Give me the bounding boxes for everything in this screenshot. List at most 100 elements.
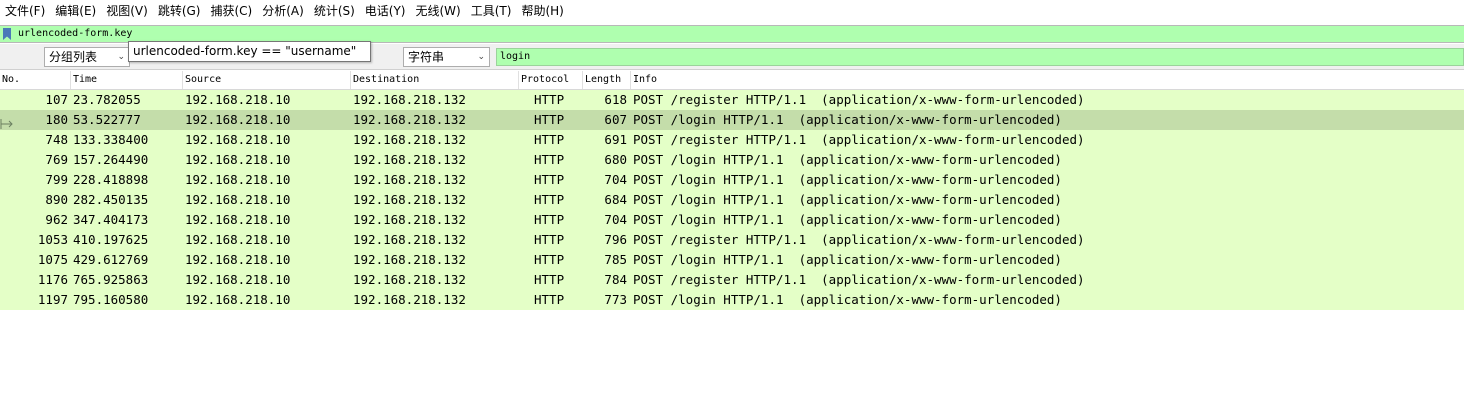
packet-list: 107 23.782055 192.168.218.10 192.168.218… [0, 90, 1464, 310]
menu-wireless[interactable]: 无线(W) [413, 0, 468, 22]
packet-time: 133.338400 [73, 132, 149, 147]
chevron-down-icon: ⌄ [117, 52, 125, 62]
packet-info: POST /login HTTP/1.1 (application/x-www-… [633, 192, 1062, 207]
menu-help[interactable]: 帮助(H) [518, 0, 570, 22]
packet-destination: 192.168.218.132 [353, 172, 466, 187]
search-type-select[interactable]: 字符串 ⌄ [403, 47, 490, 67]
packet-time: 765.925863 [73, 272, 149, 287]
filter-autocomplete-popup[interactable]: urlencoded-form.key == "username" [128, 41, 371, 62]
packet-info: POST /register HTTP/1.1 (application/x-w… [633, 232, 1085, 247]
packet-destination: 192.168.218.132 [353, 152, 466, 167]
packet-number: 748 [45, 132, 68, 147]
packet-info: POST /login HTTP/1.1 (application/x-www-… [633, 152, 1062, 167]
packet-protocol: HTTP [534, 212, 565, 227]
menu-edit[interactable]: 编辑(E) [52, 0, 103, 22]
column-header-length[interactable]: Length [582, 71, 630, 89]
packet-row[interactable]: 1197 795.160580 192.168.218.10 192.168.2… [0, 290, 1464, 310]
packet-row[interactable]: 1075 429.612769 192.168.218.10 192.168.2… [0, 250, 1464, 270]
packet-number: 799 [45, 172, 68, 187]
packet-time: 53.522777 [73, 112, 141, 127]
menu-go[interactable]: 跳转(G) [155, 0, 208, 22]
column-header-no[interactable]: No. [0, 71, 70, 89]
packet-length: 680 [604, 152, 627, 167]
packet-row-selected[interactable]: 180 53.522777 192.168.218.10 192.168.218… [0, 110, 1464, 130]
packet-row[interactable]: 799 228.418898 192.168.218.10 192.168.21… [0, 170, 1464, 190]
packet-info: POST /login HTTP/1.1 (application/x-www-… [633, 112, 1062, 127]
packet-info: POST /login HTTP/1.1 (application/x-www-… [633, 212, 1062, 227]
column-header-protocol[interactable]: Protocol [518, 71, 582, 89]
column-header-info[interactable]: Info [630, 71, 1464, 89]
packet-number: 1197 [37, 292, 68, 307]
packet-time: 23.782055 [73, 92, 141, 107]
packet-length: 607 [604, 112, 627, 127]
packet-length: 704 [604, 212, 627, 227]
packet-destination: 192.168.218.132 [353, 92, 466, 107]
packet-time: 228.418898 [73, 172, 149, 187]
packet-source: 192.168.218.10 [185, 172, 291, 187]
packet-time: 282.450135 [73, 192, 149, 207]
packet-protocol: HTTP [534, 232, 565, 247]
packet-row[interactable]: 1176 765.925863 192.168.218.10 192.168.2… [0, 270, 1464, 290]
packet-info: POST /register HTTP/1.1 (application/x-w… [633, 272, 1085, 287]
packet-number: 890 [45, 192, 68, 207]
packet-protocol: HTTP [534, 172, 565, 187]
packet-info: POST /login HTTP/1.1 (application/x-www-… [633, 292, 1062, 307]
packet-protocol: HTTP [534, 132, 565, 147]
search-scope-select[interactable]: 分组列表 ⌄ [44, 47, 130, 67]
packet-source: 192.168.218.10 [185, 272, 291, 287]
packet-protocol: HTTP [534, 92, 565, 107]
packet-length: 796 [604, 232, 627, 247]
packet-source: 192.168.218.10 [185, 152, 291, 167]
packet-length: 784 [604, 272, 627, 287]
menu-statistics[interactable]: 统计(S) [311, 0, 362, 22]
packet-time: 347.404173 [73, 212, 149, 227]
packet-info: POST /register HTTP/1.1 (application/x-w… [633, 92, 1085, 107]
column-header-time[interactable]: Time [70, 71, 182, 89]
packet-time: 795.160580 [73, 292, 149, 307]
menu-analyze[interactable]: 分析(A) [259, 0, 311, 22]
menu-capture[interactable]: 捕获(C) [207, 0, 259, 22]
packet-source: 192.168.218.10 [185, 212, 291, 227]
packet-info: POST /login HTTP/1.1 (application/x-www-… [633, 172, 1062, 187]
packet-list-header: No. Time Source Destination Protocol Len… [0, 71, 1464, 90]
packet-time: 157.264490 [73, 152, 149, 167]
menu-tools[interactable]: 工具(T) [468, 0, 519, 22]
packet-time: 410.197625 [73, 232, 149, 247]
packet-source: 192.168.218.10 [185, 132, 291, 147]
packet-number: 1176 [37, 272, 68, 287]
packet-source: 192.168.218.10 [185, 192, 291, 207]
packet-info: POST /register HTTP/1.1 (application/x-w… [633, 132, 1085, 147]
packet-number: 1075 [37, 252, 68, 267]
packet-row[interactable]: 890 282.450135 192.168.218.10 192.168.21… [0, 190, 1464, 210]
search-string-input[interactable]: login [496, 48, 1464, 66]
menu-bar: 文件(F) 编辑(E) 视图(V) 跳转(G) 捕获(C) 分析(A) 统计(S… [0, 0, 1464, 22]
packet-row[interactable]: 1053 410.197625 192.168.218.10 192.168.2… [0, 230, 1464, 250]
menu-telephony[interactable]: 电话(Y) [362, 0, 413, 22]
packet-protocol: HTTP [534, 112, 565, 127]
packet-length: 684 [604, 192, 627, 207]
packet-destination: 192.168.218.132 [353, 292, 466, 307]
search-type-value: 字符串 [408, 50, 445, 64]
bookmark-icon[interactable] [2, 27, 12, 41]
packet-protocol: HTTP [534, 192, 565, 207]
packet-protocol: HTTP [534, 292, 565, 307]
packet-source: 192.168.218.10 [185, 292, 291, 307]
packet-row[interactable]: 107 23.782055 192.168.218.10 192.168.218… [0, 90, 1464, 110]
column-header-source[interactable]: Source [182, 71, 350, 89]
packet-destination: 192.168.218.132 [353, 112, 466, 127]
packet-row[interactable]: 769 157.264490 192.168.218.10 192.168.21… [0, 150, 1464, 170]
packet-length: 704 [604, 172, 627, 187]
packet-number: 769 [45, 152, 68, 167]
column-header-destination[interactable]: Destination [350, 71, 518, 89]
packet-source: 192.168.218.10 [185, 232, 291, 247]
packet-row[interactable]: 748 133.338400 192.168.218.10 192.168.21… [0, 130, 1464, 150]
packet-source: 192.168.218.10 [185, 92, 291, 107]
packet-destination: 192.168.218.132 [353, 192, 466, 207]
menu-file[interactable]: 文件(F) [2, 0, 52, 22]
menu-view[interactable]: 视图(V) [103, 0, 155, 22]
packet-protocol: HTTP [534, 252, 565, 267]
packet-destination: 192.168.218.132 [353, 252, 466, 267]
packet-row[interactable]: 962 347.404173 192.168.218.10 192.168.21… [0, 210, 1464, 230]
display-filter-input[interactable] [18, 26, 1464, 42]
packet-destination: 192.168.218.132 [353, 272, 466, 287]
